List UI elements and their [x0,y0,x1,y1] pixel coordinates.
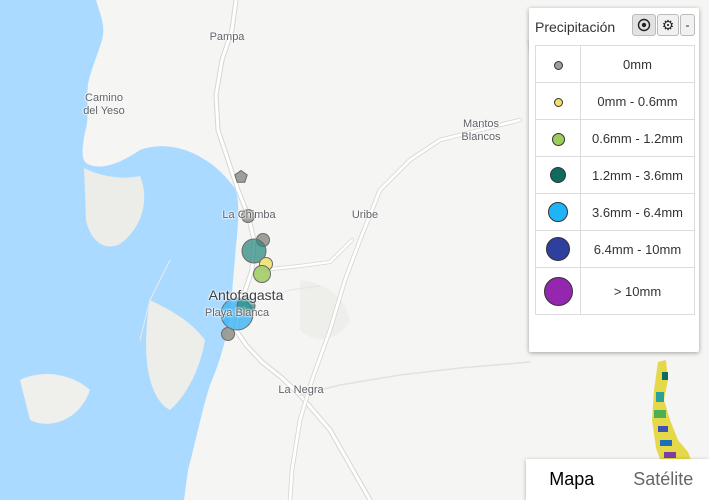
map-type-satellite-button[interactable]: Satélite [618,459,709,500]
legend-row: 6.4mm - 10mm [535,230,695,268]
place-label-pampa: Pampa [209,31,245,43]
legend-label: > 10mm [580,267,695,315]
precipitation-marker[interactable] [253,265,271,283]
legend-swatch [543,276,573,306]
place-label-la-negra: La Negra [278,384,324,396]
legend-row: 0mm [535,45,695,83]
legend-row: 0.6mm - 1.2mm [535,119,695,157]
place-label-playa-blanca: Playa Blanca [204,307,270,319]
place-label-uribe: Uribe [351,209,379,221]
legend-label: 0mm [580,45,695,83]
legend-swatch [548,202,568,222]
map-type-control: Mapa Satélite [526,459,709,500]
legend-label: 6.4mm - 10mm [580,230,695,268]
precipitation-legend: Precipitación ⚙ - 0mm 0mm - 0.6mm 0.6mm … [529,8,699,352]
legend-row: > 10mm [535,267,695,315]
legend-swatch [553,97,563,107]
legend-label: 3.6mm - 6.4mm [580,193,695,231]
place-label-antofagasta: Antofagasta [208,287,284,303]
legend-swatch [550,167,566,184]
legend-label: 0.6mm - 1.2mm [580,119,695,157]
legend-swatch [551,132,565,146]
legend-row: 0mm - 0.6mm [535,82,695,120]
map-type-map-button[interactable]: Mapa [526,459,618,500]
legend-row: 1.2mm - 3.6mm [535,156,695,194]
place-label-camino-del-yeso: Camino del Yeso [83,92,125,117]
gear-icon: ⚙ [661,17,675,33]
legend-swatch [553,60,563,70]
minimize-button[interactable]: - [680,14,695,36]
locate-icon [637,18,651,32]
legend-row: 3.6mm - 6.4mm [535,193,695,231]
place-label-mantos-blancos: Mantos Blancos [461,118,501,143]
legend-label: 0mm - 0.6mm [580,82,695,120]
legend-table: 0mm 0mm - 0.6mm 0.6mm - 1.2mm 1.2mm - 3.… [535,45,695,315]
legend-label: 1.2mm - 3.6mm [580,156,695,194]
legend-swatch [546,237,570,261]
legend-title: Precipitación [535,19,616,35]
locate-button[interactable] [632,14,656,36]
place-label-la-chimba: La Chimba [222,209,276,221]
settings-button[interactable]: ⚙ [657,14,679,36]
